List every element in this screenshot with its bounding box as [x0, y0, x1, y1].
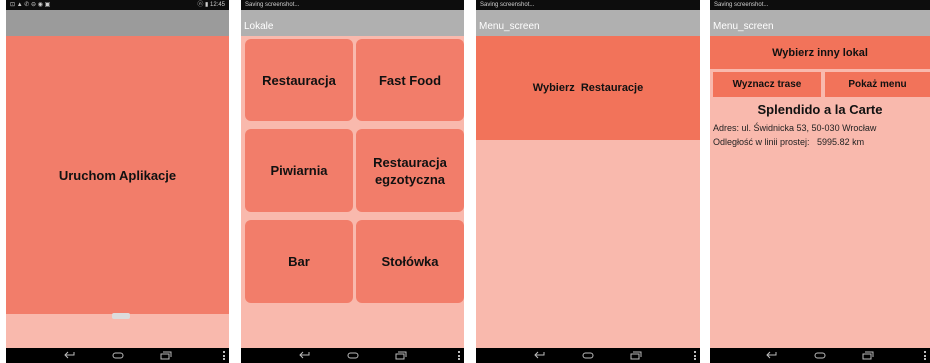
start-app-label: Uruchom Aplikacje — [58, 167, 177, 183]
overflow-menu-icon[interactable] — [924, 351, 926, 360]
status-bar: Saving screenshot... — [241, 0, 464, 10]
action-bar: Menu_screen — [710, 10, 930, 36]
recent-apps-icon[interactable] — [862, 351, 874, 360]
recent-apps-icon[interactable] — [630, 351, 642, 360]
show-menu-button[interactable]: Pokaż menu — [825, 72, 930, 97]
nav-bar — [241, 348, 464, 363]
screen-restaurant-details: Saving screenshot... Menu_screen Wybierz… — [710, 0, 930, 363]
category-piwiarnia[interactable]: Piwiarnia — [245, 129, 353, 212]
saving-screenshot-text: Saving screenshot... — [245, 2, 300, 8]
action-bar: Menu_screen — [476, 10, 700, 36]
status-bar: ⊡ ▲ ✆ ⊖ ◉ ▣ ⓝ ▮ 12:45 — [6, 0, 229, 10]
notification-icons: ⊡ ▲ ✆ ⊖ ◉ ▣ — [10, 2, 51, 8]
back-icon[interactable] — [766, 351, 778, 360]
status-clock: ⓝ ▮ 12:45 — [197, 2, 225, 8]
home-icon[interactable] — [112, 351, 124, 360]
home-icon[interactable] — [814, 351, 826, 360]
nav-bar — [710, 348, 930, 363]
category-fast-food[interactable]: Fast Food — [356, 39, 464, 121]
status-bar: Saving screenshot... — [710, 0, 930, 10]
choose-restaurant-button[interactable]: Wybierz Restauracje — [476, 36, 700, 140]
screen-menu-choose: Saving screenshot... Menu_screen Wybierz… — [476, 0, 700, 363]
restaurant-name: Splendido a la Carte — [757, 102, 883, 117]
overflow-menu-icon[interactable] — [694, 351, 696, 360]
screen-title: Menu_screen — [713, 21, 774, 32]
choose-other-place-button[interactable]: Wybierz inny lokal — [710, 36, 930, 69]
category-bar[interactable]: Bar — [245, 220, 353, 303]
screen-lokale: Saving screenshot... Lokale Restauracja … — [241, 0, 464, 363]
nav-bar — [6, 348, 229, 363]
screen-start: ⊡ ▲ ✆ ⊖ ◉ ▣ ⓝ ▮ 12:45 Uruchom Aplikacje — [6, 0, 229, 363]
status-bar: Saving screenshot... — [476, 0, 700, 10]
back-icon[interactable] — [299, 351, 311, 360]
start-app-button[interactable]: Uruchom Aplikacje — [6, 36, 229, 314]
screen-title: Lokale — [244, 21, 274, 32]
action-bar — [6, 10, 229, 36]
category-stolowka[interactable]: Stołówka — [356, 220, 464, 303]
action-bar: Lokale — [241, 10, 464, 36]
restaurant-address: Adres: ul. Świdnicka 53, 50-030 Wrocław — [713, 123, 877, 133]
home-icon[interactable] — [347, 351, 359, 360]
recent-apps-icon[interactable] — [160, 351, 172, 360]
nav-bar — [476, 348, 700, 363]
recent-apps-icon[interactable] — [395, 351, 407, 360]
saving-screenshot-text: Saving screenshot... — [480, 2, 535, 8]
category-restauracja-egzotyczna[interactable]: Restauracja egzotyczna — [356, 129, 464, 212]
back-icon[interactable] — [64, 351, 76, 360]
overflow-menu-icon[interactable] — [458, 351, 460, 360]
restaurant-distance: Odległość w linii prostej: 5995.82 km — [713, 137, 865, 147]
saving-screenshot-text: Saving screenshot... — [714, 2, 769, 8]
overflow-menu-icon[interactable] — [223, 351, 225, 360]
route-button[interactable]: Wyznacz trase — [713, 72, 821, 97]
back-icon[interactable] — [534, 351, 546, 360]
screen-title: Menu_screen — [479, 21, 540, 32]
choose-restaurant-label: Wybierz Restauracje — [532, 82, 644, 94]
category-restauracja[interactable]: Restauracja — [245, 39, 353, 121]
scroll-handle — [112, 313, 130, 319]
home-icon[interactable] — [582, 351, 594, 360]
